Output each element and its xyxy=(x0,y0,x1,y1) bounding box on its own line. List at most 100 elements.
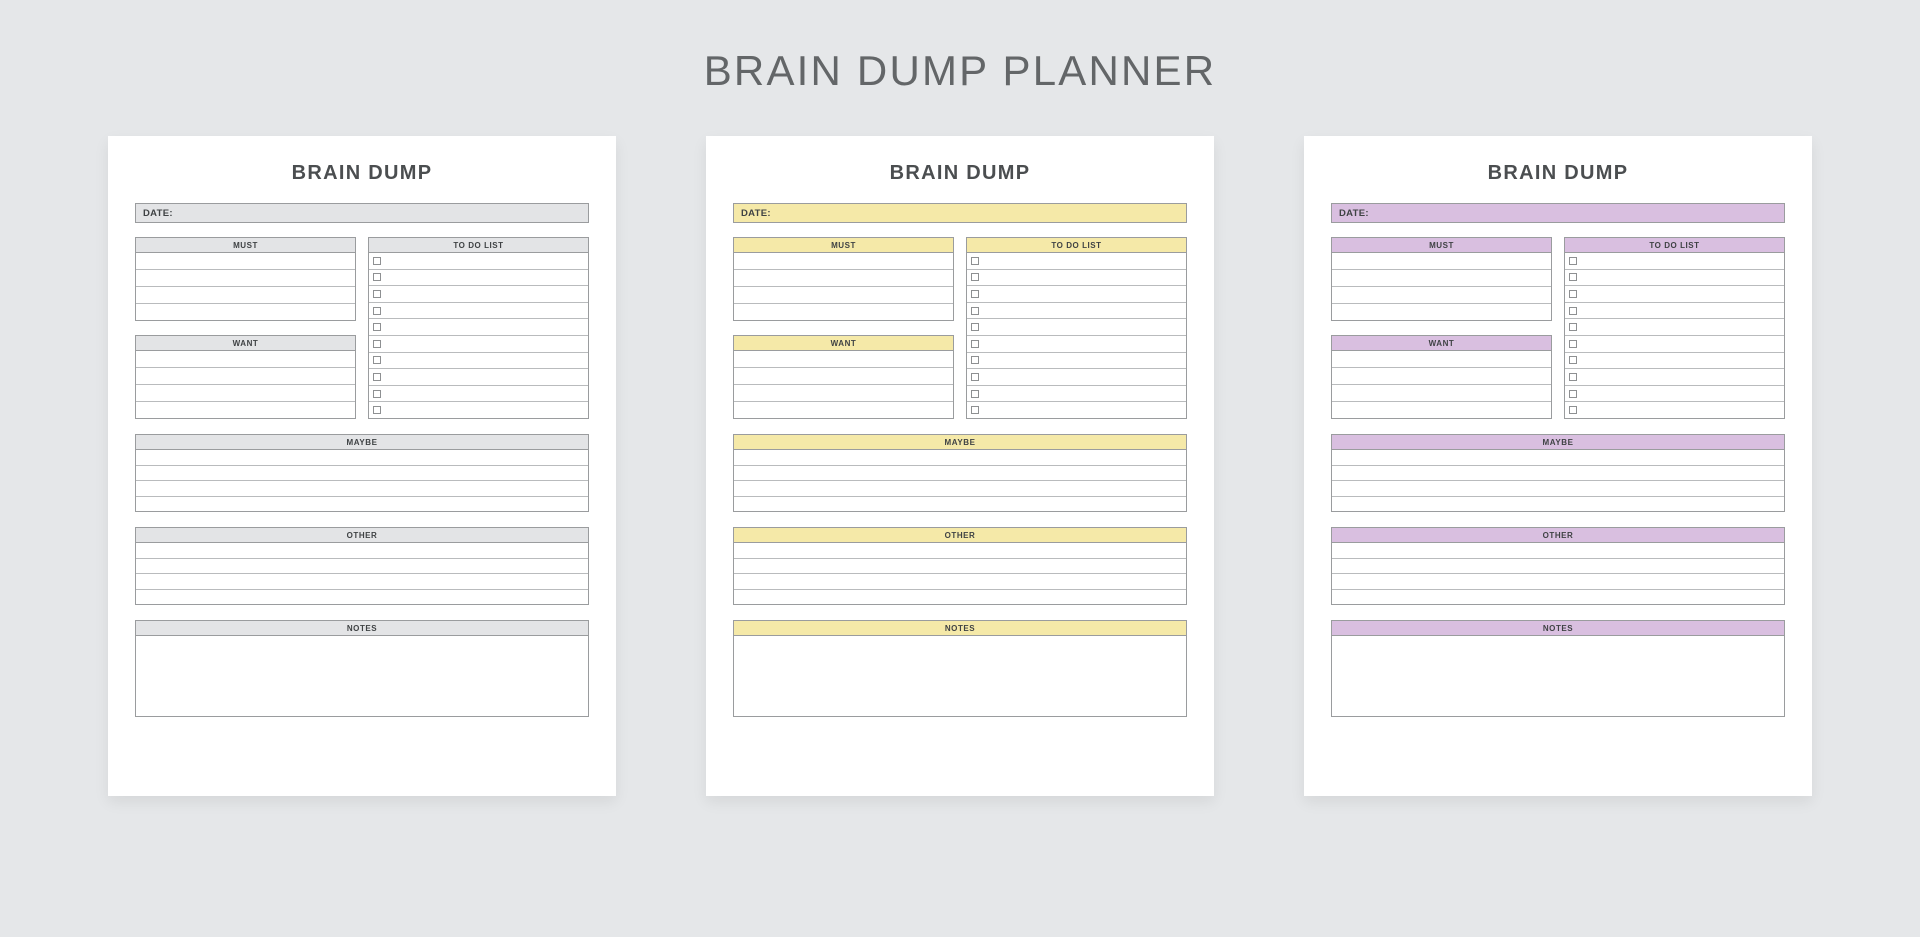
checkbox-icon[interactable] xyxy=(1569,389,1577,398)
checkbox-icon[interactable] xyxy=(1569,406,1577,415)
todo-item[interactable] xyxy=(1565,386,1784,403)
checkbox-icon[interactable] xyxy=(971,339,979,348)
checkbox-icon[interactable] xyxy=(373,339,381,348)
todo-item[interactable] xyxy=(967,286,1186,303)
checkbox-icon[interactable] xyxy=(373,306,381,315)
todo-item[interactable] xyxy=(967,253,1186,270)
write-line[interactable] xyxy=(136,402,355,418)
other-body[interactable] xyxy=(734,543,1186,604)
checkbox-icon[interactable] xyxy=(971,256,979,265)
write-line[interactable] xyxy=(1332,402,1551,418)
checkbox-icon[interactable] xyxy=(971,289,979,298)
todo-item[interactable] xyxy=(369,303,588,320)
checkbox-icon[interactable] xyxy=(373,389,381,398)
write-line[interactable] xyxy=(1332,481,1784,497)
must-body[interactable] xyxy=(1332,253,1551,320)
write-line[interactable] xyxy=(734,497,1186,512)
write-line[interactable] xyxy=(1332,253,1551,270)
write-line[interactable] xyxy=(136,253,355,270)
checkbox-icon[interactable] xyxy=(971,389,979,398)
todo-item[interactable] xyxy=(1565,253,1784,270)
write-line[interactable] xyxy=(136,287,355,304)
write-line[interactable] xyxy=(734,385,953,402)
write-line[interactable] xyxy=(136,270,355,287)
checkbox-icon[interactable] xyxy=(971,372,979,381)
checkbox-icon[interactable] xyxy=(1569,372,1577,381)
checkbox-icon[interactable] xyxy=(1569,306,1577,315)
write-line[interactable] xyxy=(734,402,953,418)
want-body[interactable] xyxy=(136,351,355,418)
checkbox-icon[interactable] xyxy=(373,323,381,332)
write-line[interactable] xyxy=(1332,466,1784,481)
todo-item[interactable] xyxy=(1565,270,1784,287)
checkbox-icon[interactable] xyxy=(971,273,979,282)
date-field[interactable]: DATE: xyxy=(135,203,589,223)
write-line[interactable] xyxy=(734,304,953,320)
write-line[interactable] xyxy=(1332,385,1551,402)
write-line[interactable] xyxy=(1332,543,1784,559)
notes-body[interactable] xyxy=(734,636,1186,716)
must-body[interactable] xyxy=(734,253,953,320)
todo-item[interactable] xyxy=(1565,336,1784,353)
notes-body[interactable] xyxy=(1332,636,1784,716)
write-line[interactable] xyxy=(734,481,1186,497)
write-line[interactable] xyxy=(1332,574,1784,590)
checkbox-icon[interactable] xyxy=(373,406,381,415)
write-line[interactable] xyxy=(136,497,588,512)
checkbox-icon[interactable] xyxy=(1569,273,1577,282)
write-line[interactable] xyxy=(1332,559,1784,574)
want-body[interactable] xyxy=(1332,351,1551,418)
write-line[interactable] xyxy=(136,590,588,605)
todo-item[interactable] xyxy=(369,319,588,336)
write-line[interactable] xyxy=(136,543,588,559)
todo-item[interactable] xyxy=(1565,353,1784,370)
todo-item[interactable] xyxy=(1565,303,1784,320)
checkbox-icon[interactable] xyxy=(1569,356,1577,365)
checkbox-icon[interactable] xyxy=(373,372,381,381)
write-line[interactable] xyxy=(136,368,355,385)
todo-item[interactable] xyxy=(967,353,1186,370)
checkbox-icon[interactable] xyxy=(373,273,381,282)
write-line[interactable] xyxy=(734,270,953,287)
notes-body[interactable] xyxy=(136,636,588,716)
todo-item[interactable] xyxy=(967,402,1186,418)
checkbox-icon[interactable] xyxy=(373,289,381,298)
todo-item[interactable] xyxy=(967,336,1186,353)
todo-item[interactable] xyxy=(369,270,588,287)
write-line[interactable] xyxy=(1332,351,1551,368)
todo-item[interactable] xyxy=(369,402,588,418)
write-line[interactable] xyxy=(734,287,953,304)
todo-item[interactable] xyxy=(967,270,1186,287)
write-line[interactable] xyxy=(734,368,953,385)
maybe-body[interactable] xyxy=(734,450,1186,511)
todo-item[interactable] xyxy=(369,286,588,303)
checkbox-icon[interactable] xyxy=(1569,256,1577,265)
other-body[interactable] xyxy=(136,543,588,604)
write-line[interactable] xyxy=(1332,304,1551,320)
date-field[interactable]: DATE: xyxy=(733,203,1187,223)
todo-item[interactable] xyxy=(967,303,1186,320)
write-line[interactable] xyxy=(1332,368,1551,385)
todo-item[interactable] xyxy=(1565,319,1784,336)
todo-item[interactable] xyxy=(369,336,588,353)
todo-item[interactable] xyxy=(967,369,1186,386)
checkbox-icon[interactable] xyxy=(971,356,979,365)
maybe-body[interactable] xyxy=(1332,450,1784,511)
write-line[interactable] xyxy=(136,574,588,590)
write-line[interactable] xyxy=(1332,450,1784,466)
todo-item[interactable] xyxy=(1565,286,1784,303)
write-line[interactable] xyxy=(734,450,1186,466)
write-line[interactable] xyxy=(136,450,588,466)
todo-item[interactable] xyxy=(967,386,1186,403)
todo-item[interactable] xyxy=(1565,369,1784,386)
checkbox-icon[interactable] xyxy=(1569,323,1577,332)
write-line[interactable] xyxy=(734,466,1186,481)
todo-item[interactable] xyxy=(369,369,588,386)
checkbox-icon[interactable] xyxy=(971,306,979,315)
write-line[interactable] xyxy=(136,304,355,320)
date-field[interactable]: DATE: xyxy=(1331,203,1785,223)
write-line[interactable] xyxy=(136,466,588,481)
checkbox-icon[interactable] xyxy=(373,356,381,365)
write-line[interactable] xyxy=(734,543,1186,559)
todo-item[interactable] xyxy=(369,353,588,370)
